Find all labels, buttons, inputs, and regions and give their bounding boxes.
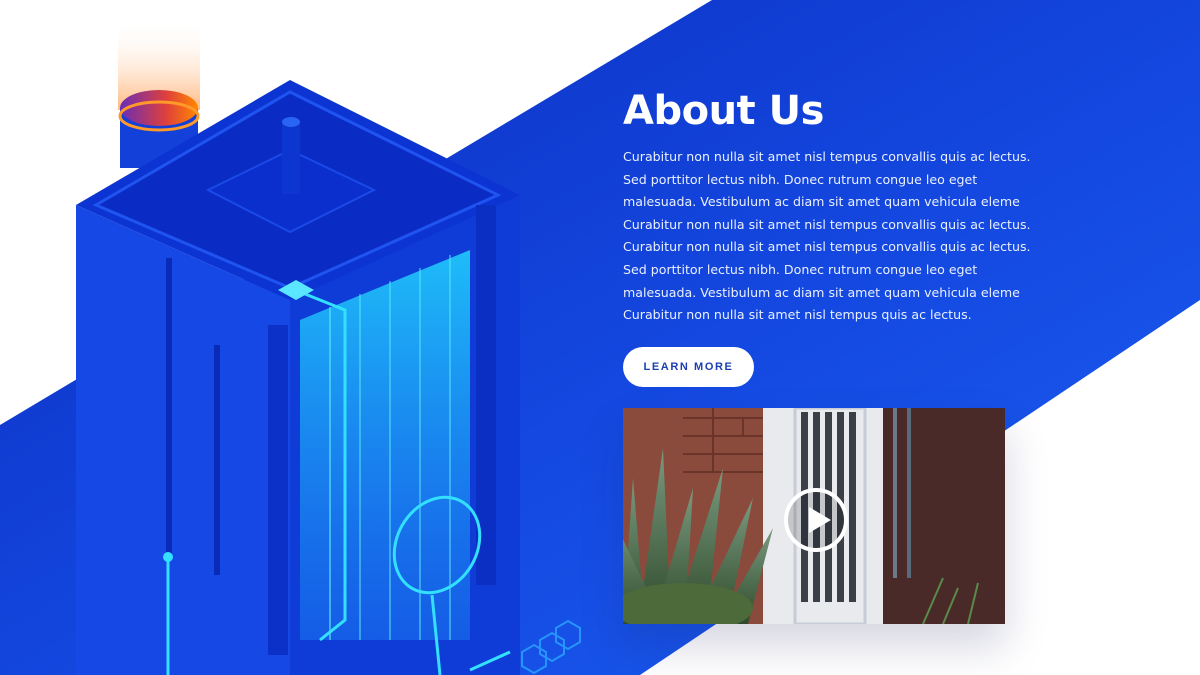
about-section: About Us Curabitur non nulla sit amet ni… <box>623 88 1043 327</box>
about-description: Curabitur non nulla sit amet nisl tempus… <box>623 149 1031 323</box>
video-thumbnail[interactable] <box>623 408 1005 624</box>
play-icon[interactable] <box>783 487 849 553</box>
page-title: About Us <box>623 88 824 134</box>
learn-more-button[interactable]: LEARN MORE <box>623 347 754 387</box>
circuit-node <box>163 552 173 562</box>
